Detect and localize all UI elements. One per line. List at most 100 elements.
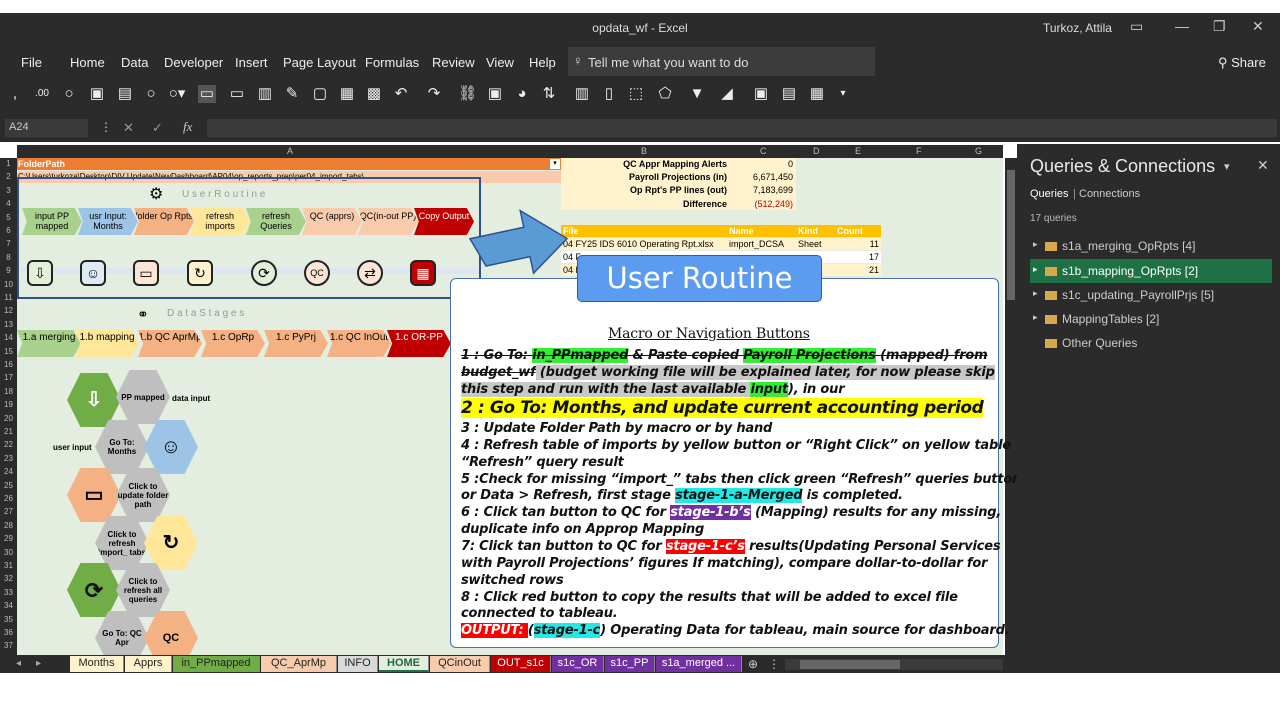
stage-1c-orpp[interactable]: 1.c OR-PP bbox=[387, 330, 451, 357]
row-header[interactable]: 14 bbox=[0, 333, 17, 342]
menu-page-layout[interactable]: Page Layout bbox=[283, 55, 356, 70]
tab-months[interactable]: Months bbox=[70, 656, 124, 672]
shape-circle-icon[interactable]: ○ bbox=[142, 85, 160, 103]
row-header[interactable]: 33 bbox=[0, 588, 17, 597]
hex-refresh-icon[interactable]: ⟳ bbox=[67, 563, 121, 617]
column-header[interactable]: G bbox=[975, 146, 982, 156]
add-sheet-icon[interactable]: ⊕ bbox=[748, 657, 758, 671]
stage-1c-oprp[interactable]: 1.c OpRp bbox=[201, 330, 265, 357]
table-header[interactable]: Kind bbox=[798, 226, 818, 236]
folder-path-label-cell[interactable]: FolderPath ▾ bbox=[17, 158, 561, 170]
menu-file[interactable]: File bbox=[21, 55, 42, 70]
shape-dropdown-icon[interactable]: ○▾ bbox=[168, 85, 186, 103]
row-header[interactable]: 32 bbox=[0, 574, 17, 583]
pane-options-icon[interactable]: ▾ bbox=[1224, 160, 1230, 173]
row-header[interactable]: 4 bbox=[0, 199, 17, 208]
close-icon[interactable]: ✕ bbox=[1252, 18, 1264, 35]
menu-insert[interactable]: Insert bbox=[235, 55, 268, 70]
column-header[interactable]: F bbox=[916, 146, 922, 156]
table-header[interactable]: Name bbox=[729, 226, 754, 236]
ribbon-display-icon[interactable]: ▭ bbox=[1130, 18, 1143, 35]
rectangle-icon[interactable]: ▢ bbox=[311, 85, 329, 103]
pane-close-icon[interactable]: ✕ bbox=[1257, 157, 1269, 174]
row-header[interactable]: 26 bbox=[0, 494, 17, 503]
tab-info[interactable]: INFO bbox=[338, 656, 378, 672]
hex-refresh-queries[interactable]: Click to refresh all queries bbox=[116, 563, 170, 617]
row-header[interactable]: 23 bbox=[0, 454, 17, 463]
copy-icon[interactable]: ▤ bbox=[780, 85, 798, 103]
qc-icon[interactable]: QC bbox=[304, 260, 330, 286]
tab-apprs[interactable]: Apprs bbox=[125, 656, 172, 672]
stage-1b[interactable]: 1.b mapping bbox=[75, 330, 139, 357]
routine-step-copy-output[interactable]: Copy Output bbox=[414, 208, 474, 235]
formula-input[interactable] bbox=[207, 119, 1277, 137]
qc-value[interactable]: 6,671,450 bbox=[729, 172, 793, 182]
customize-icon[interactable]: ▾ bbox=[834, 85, 852, 103]
qc-value[interactable]: 7,183,699 bbox=[729, 185, 793, 195]
paste-icon[interactable]: ▣ bbox=[88, 85, 106, 103]
hex-pp-mapped[interactable]: PP mapped bbox=[116, 370, 170, 424]
expand-icon[interactable]: ▸ bbox=[1033, 288, 1038, 299]
row-header[interactable]: 37 bbox=[0, 641, 17, 650]
row-header[interactable]: 10 bbox=[0, 280, 17, 289]
group-icon[interactable]: ⬚ bbox=[627, 85, 645, 103]
undo-icon[interactable]: ↶ bbox=[392, 85, 410, 103]
row-header[interactable]: 34 bbox=[0, 601, 17, 610]
tab-s1c-pp[interactable]: s1c_PP bbox=[605, 656, 655, 672]
row-header[interactable]: 19 bbox=[0, 400, 17, 409]
redo-icon[interactable]: ↷ bbox=[425, 85, 443, 103]
query-group[interactable]: ▸ MappingTables [2] bbox=[1033, 312, 1159, 326]
tab-s1c-or[interactable]: s1c_OR bbox=[552, 656, 604, 672]
user-name[interactable]: Turkoz, Attila bbox=[1043, 21, 1112, 35]
calculator-icon[interactable]: ▦ bbox=[808, 85, 826, 103]
row-header[interactable]: 25 bbox=[0, 481, 17, 490]
menu-formulas[interactable]: Formulas bbox=[365, 55, 419, 70]
user-calendar-icon[interactable]: ☺ bbox=[80, 260, 106, 286]
row-header[interactable]: 15 bbox=[0, 347, 17, 356]
table-grid-icon[interactable]: ▦ bbox=[410, 260, 436, 286]
tab-s1a-merged[interactable]: s1a_merged ... bbox=[656, 656, 742, 672]
routine-step-input-pp[interactable]: input PP mapped bbox=[22, 208, 82, 235]
table-icon[interactable]: ▦ bbox=[338, 85, 356, 103]
tab-out-s1c[interactable]: OUT_s1c bbox=[491, 656, 551, 672]
menu-view[interactable]: View bbox=[486, 55, 514, 70]
restore-icon[interactable]: ❐ bbox=[1213, 18, 1226, 35]
name-box[interactable]: A24 bbox=[5, 119, 88, 137]
tab-scroll-right-icon[interactable]: ▸ bbox=[36, 658, 41, 669]
stage-1a[interactable]: 1.a merging bbox=[17, 330, 81, 357]
routine-step-folder[interactable]: folder Op Rpts bbox=[134, 208, 194, 235]
link-icon[interactable]: ⛓ bbox=[458, 85, 477, 103]
tab-scroll-left-icon[interactable]: ◂ bbox=[16, 658, 21, 669]
tell-me-search[interactable]: ♀ Tell me what you want to do bbox=[568, 47, 875, 76]
menu-data[interactable]: Data bbox=[121, 55, 148, 70]
refresh-icon[interactable]: ⟳ bbox=[251, 260, 277, 286]
grid-icon[interactable]: ▩ bbox=[365, 85, 383, 103]
row-header[interactable]: 21 bbox=[0, 427, 17, 436]
row-header[interactable]: 17 bbox=[0, 373, 17, 382]
column-header[interactable]: B bbox=[641, 146, 647, 156]
row-header[interactable]: 27 bbox=[0, 507, 17, 516]
comma-style-icon[interactable]: , bbox=[6, 85, 24, 103]
vertical-scrollbar[interactable] bbox=[1005, 158, 1017, 655]
hex-user-icon[interactable]: ☺ bbox=[144, 420, 198, 474]
circle-icon[interactable]: ○ bbox=[60, 85, 78, 103]
row-header[interactable]: 22 bbox=[0, 440, 17, 449]
routine-step-refresh-queries[interactable]: refresh Queries bbox=[246, 208, 306, 235]
menu-help[interactable]: Help bbox=[529, 55, 556, 70]
row-header[interactable]: 3 bbox=[0, 186, 17, 195]
table-header[interactable]: Count bbox=[837, 226, 863, 236]
expand-icon[interactable]: ▸ bbox=[1033, 312, 1038, 323]
hex-update-folder[interactable]: Click to update folder path bbox=[116, 468, 170, 522]
qc-value[interactable]: 0 bbox=[729, 159, 793, 169]
query-group[interactable]: ▸ s1c_updating_PayrollPrjs [5] bbox=[1033, 288, 1214, 302]
tab-connections[interactable]: Connections bbox=[1079, 188, 1140, 200]
share-button[interactable]: ⚲ Share bbox=[1218, 55, 1266, 71]
query-group[interactable]: Other Queries bbox=[1045, 336, 1137, 350]
shapes-icon[interactable]: ⬠ bbox=[656, 85, 674, 103]
hex-refresh-imports[interactable]: Click to refresh import_ tabs bbox=[95, 516, 149, 570]
window-icon[interactable]: ▭ bbox=[198, 85, 216, 103]
row-header[interactable]: 12 bbox=[0, 306, 17, 315]
routine-step-qc-apprs[interactable]: QC (apprs) bbox=[302, 208, 362, 235]
hex-qc-icon[interactable]: QC bbox=[144, 611, 198, 655]
routine-step-qc-in-out[interactable]: QC(in-out PP) bbox=[358, 208, 418, 235]
